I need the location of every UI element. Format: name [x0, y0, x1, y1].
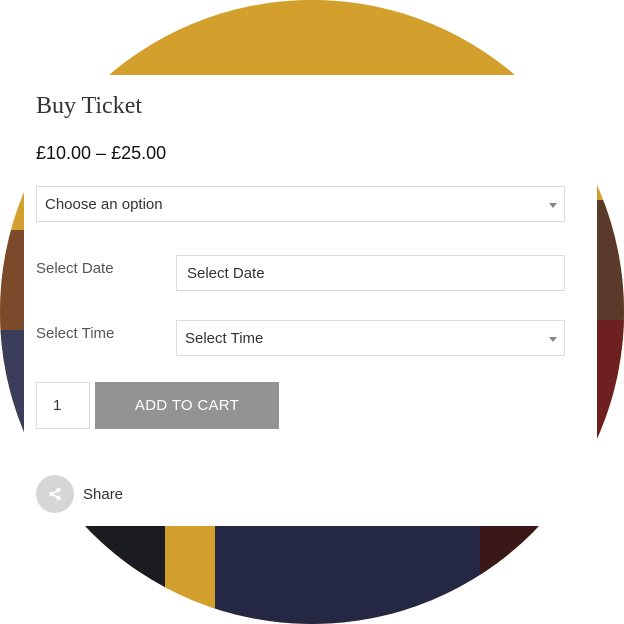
date-input-placeholder: Select Date	[187, 264, 265, 282]
chevron-down-icon	[549, 337, 557, 342]
date-input[interactable]: Select Date	[176, 255, 565, 291]
ticket-panel: Buy Ticket £10.00 – £25.00 Choose an opt…	[24, 75, 597, 526]
select-date-label: Select Date	[36, 260, 114, 277]
time-select-value: Select Time	[185, 329, 264, 347]
price-range: £10.00 – £25.00	[36, 143, 167, 163]
share-icon	[49, 487, 61, 501]
product-title: Buy Ticket	[36, 93, 143, 119]
select-time-label: Select Time	[36, 325, 115, 342]
variation-select-value: Choose an option	[45, 195, 163, 213]
chevron-down-icon	[549, 203, 557, 208]
quantity-value: 1	[53, 397, 62, 414]
share-button[interactable]	[36, 475, 74, 513]
variation-select[interactable]: Choose an option	[36, 186, 565, 222]
share-label[interactable]: Share	[83, 486, 123, 503]
add-to-cart-button[interactable]: ADD TO CART	[95, 382, 279, 429]
quantity-input[interactable]: 1	[36, 382, 90, 429]
time-select[interactable]: Select Time	[176, 320, 565, 356]
